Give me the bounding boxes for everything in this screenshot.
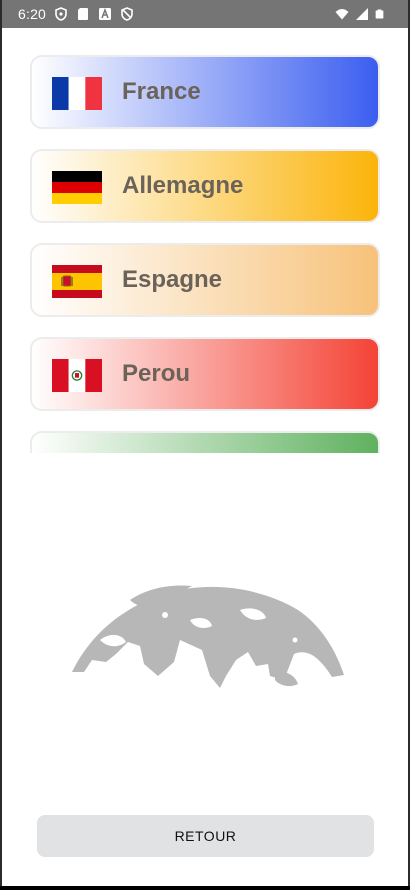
country-name: France bbox=[122, 78, 201, 105]
country-name: Perou bbox=[122, 360, 191, 387]
country-card-germany[interactable]: Allemagne bbox=[30, 149, 380, 223]
back-button[interactable]: RETOUR bbox=[37, 815, 374, 857]
country-card-spain[interactable]: Espagne bbox=[30, 243, 380, 317]
shield-icon bbox=[121, 7, 133, 21]
shield-icon bbox=[55, 7, 67, 21]
peru-flag-icon bbox=[52, 359, 102, 392]
status-icons-left bbox=[54, 7, 134, 21]
country-name: Allemagne bbox=[122, 172, 244, 199]
country-name: Espagne bbox=[122, 266, 223, 293]
sd-card-icon bbox=[78, 8, 88, 20]
navigation-bar bbox=[0, 886, 410, 890]
wifi-icon bbox=[335, 9, 349, 20]
status-time: 6:20 bbox=[18, 6, 47, 22]
app-screen: 6:20 France Allemagne Espagne Perou RETO… bbox=[2, 0, 408, 886]
status-icons-right bbox=[335, 7, 384, 21]
battery-icon bbox=[375, 9, 384, 19]
text-a-icon bbox=[99, 7, 111, 20]
germany-flag-icon bbox=[52, 171, 102, 204]
france-flag-icon bbox=[52, 77, 102, 110]
status-bar: 6:20 bbox=[2, 0, 408, 28]
country-list[interactable]: France Allemagne Espagne Perou bbox=[2, 28, 408, 453]
country-card-peru[interactable]: Perou bbox=[30, 337, 380, 411]
country-card-partial[interactable] bbox=[30, 431, 380, 453]
signal-icon bbox=[356, 8, 368, 20]
globe-icon bbox=[72, 585, 344, 688]
spain-flag-icon bbox=[52, 265, 102, 298]
country-card-france[interactable]: France bbox=[30, 55, 380, 129]
